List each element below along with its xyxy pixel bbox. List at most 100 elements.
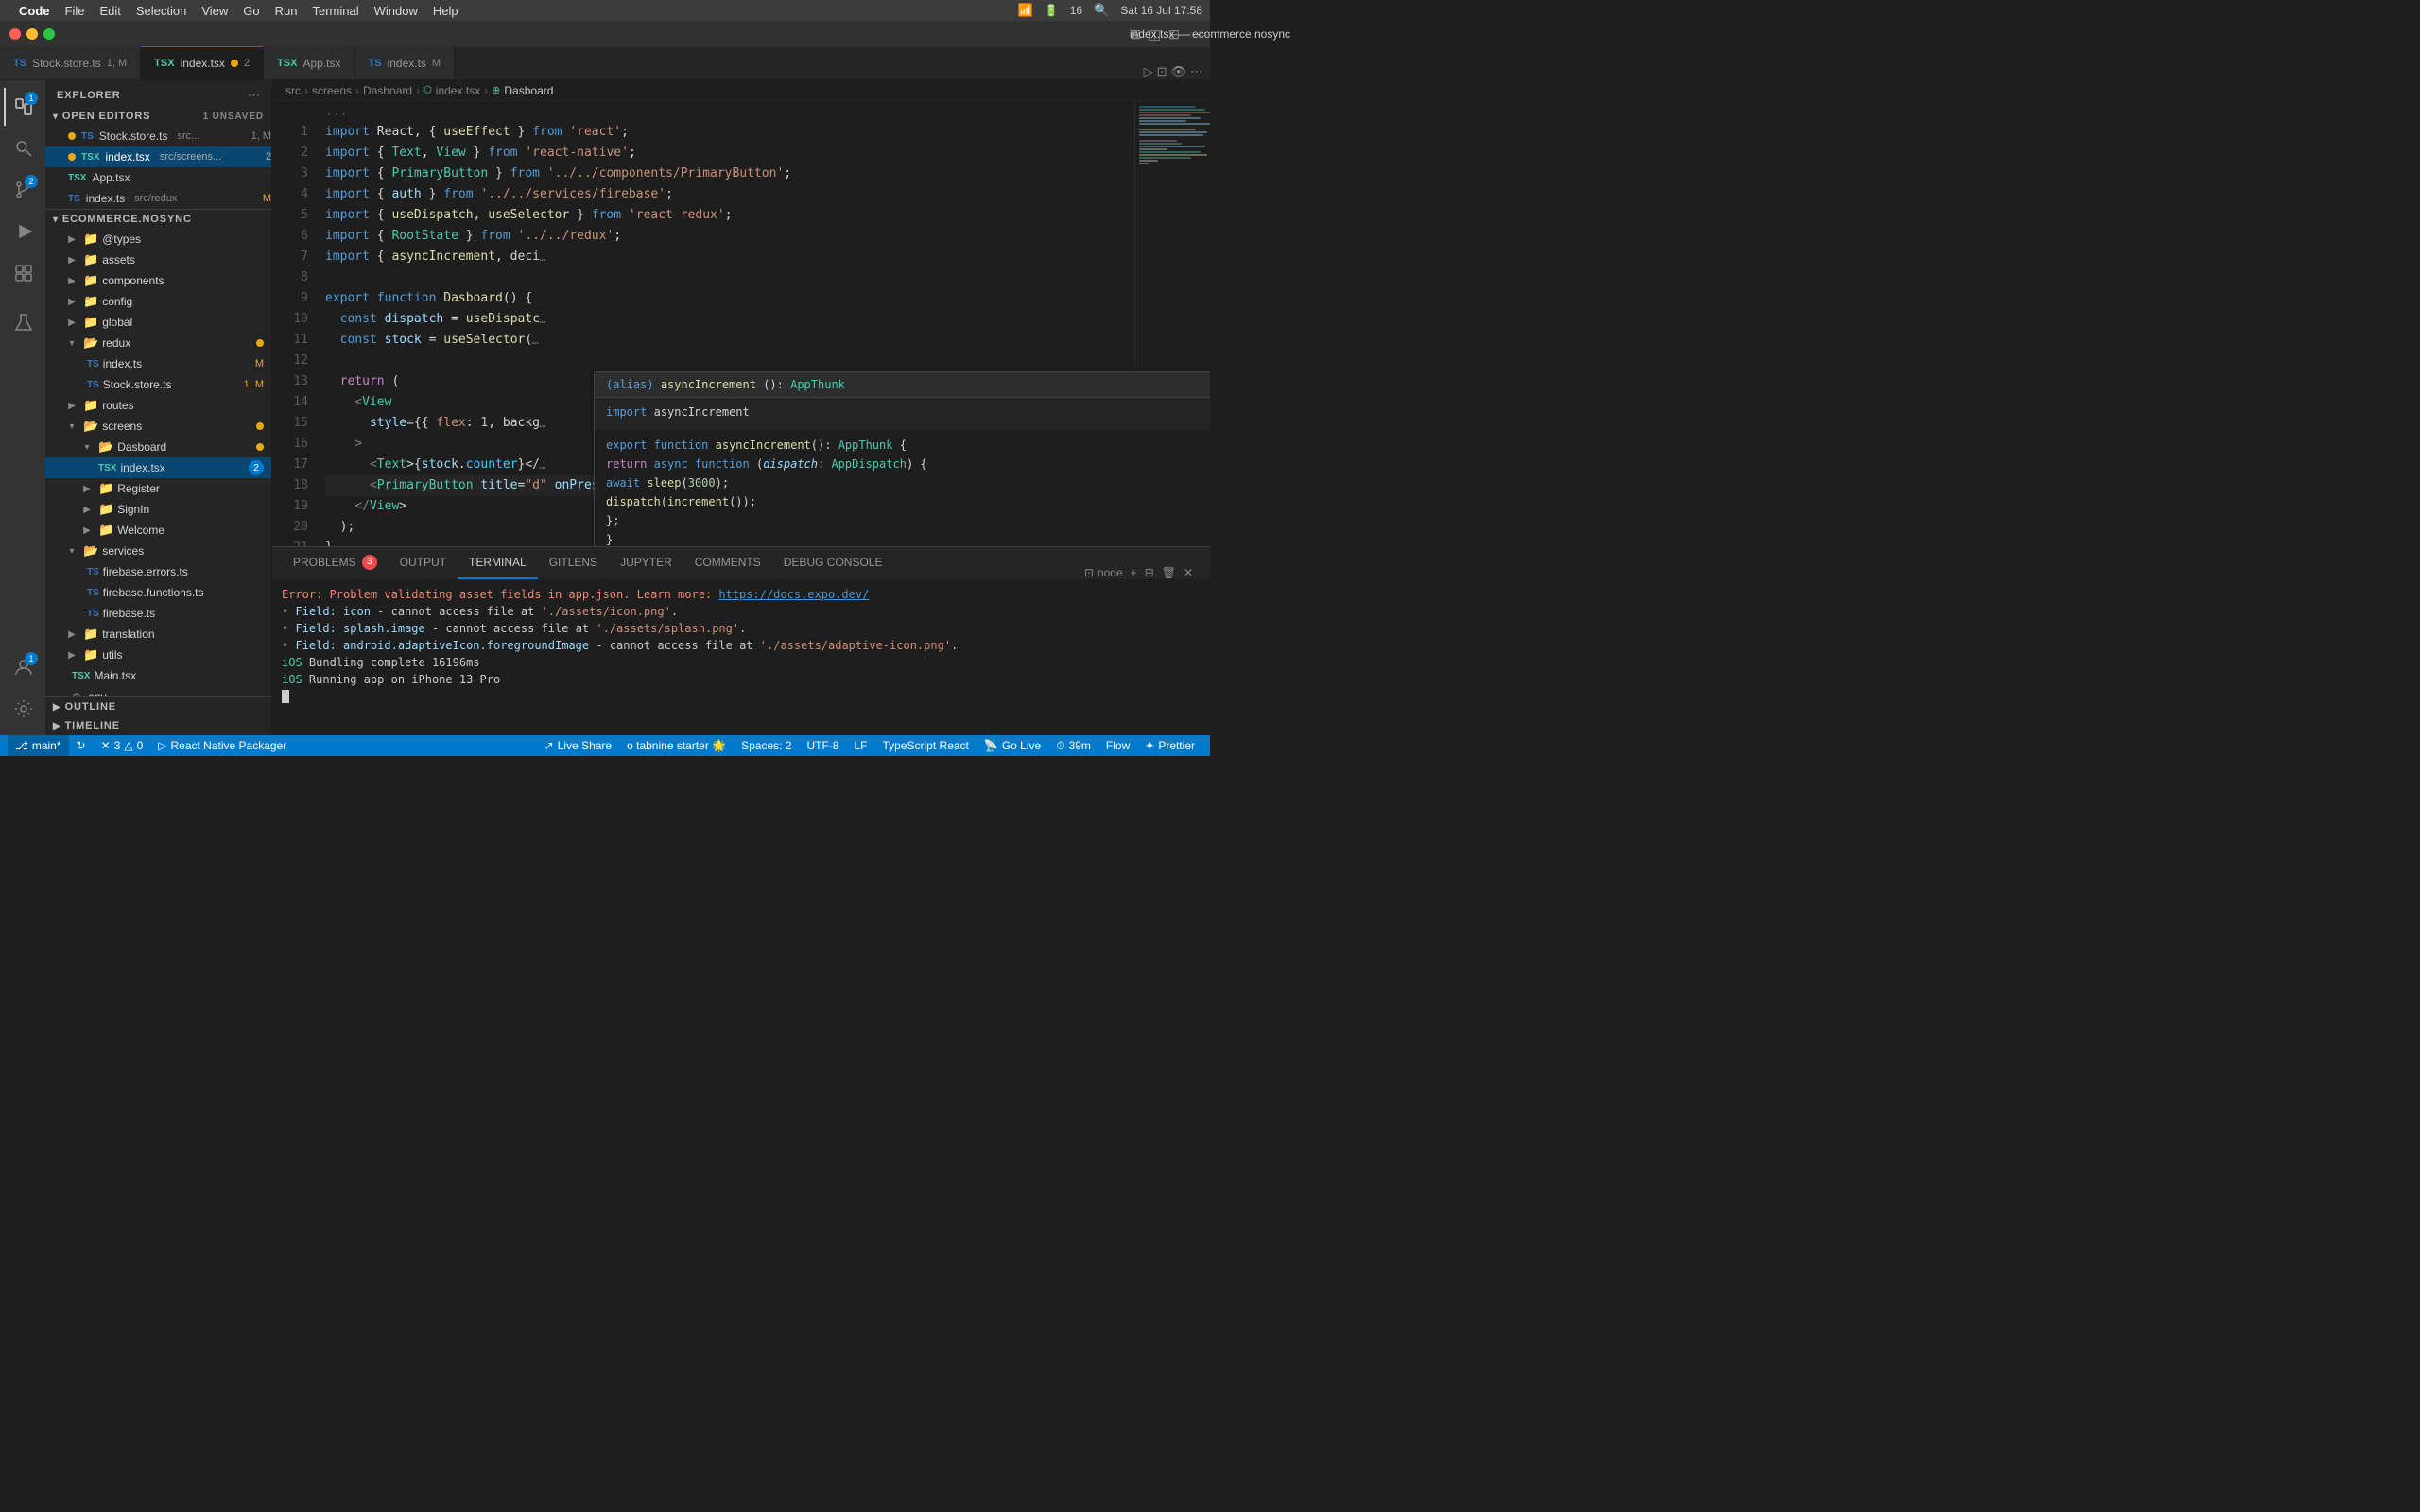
tab-app-tsx[interactable]: TSX App.tsx bbox=[264, 46, 354, 79]
tree-item-register[interactable]: ▶ 📁 Register bbox=[45, 478, 271, 499]
tree-item-env[interactable]: ⚙ .env bbox=[45, 686, 271, 696]
tree-item-services[interactable]: ▾ 📂 services bbox=[45, 541, 271, 561]
terminal-link[interactable]: https://docs.expo.dev/ bbox=[718, 588, 869, 601]
line-ending-item[interactable]: LF bbox=[846, 735, 874, 756]
close-button[interactable] bbox=[9, 28, 21, 40]
outline-header[interactable]: ▶ OUTLINE bbox=[45, 697, 271, 716]
open-editors-header[interactable]: ▾ OPEN EDITORS 1 unsaved bbox=[45, 107, 271, 126]
terminal-split-icon[interactable]: ⊞ bbox=[1145, 566, 1154, 579]
errors-item[interactable]: ✕ 3 △ 0 bbox=[94, 735, 151, 756]
breadcrumb-screens[interactable]: screens bbox=[312, 84, 352, 97]
split-editor-icon[interactable]: ⊡ bbox=[1157, 64, 1167, 79]
tree-item-utils[interactable]: ▶ 📁 utils bbox=[45, 644, 271, 665]
tab-terminal[interactable]: TERMINAL bbox=[458, 546, 538, 579]
tab-stock-store[interactable]: TS Stock.store.ts 1, M bbox=[0, 46, 141, 79]
menu-run[interactable]: Run bbox=[275, 4, 298, 18]
add-terminal-icon[interactable]: + bbox=[1131, 566, 1137, 579]
tree-item-signin[interactable]: ▶ 📁 SignIn bbox=[45, 499, 271, 520]
settings-icon[interactable] bbox=[4, 690, 42, 728]
explorer-more[interactable]: ⋯ bbox=[248, 88, 260, 103]
breadcrumb-dasboard[interactable]: Dasboard bbox=[363, 84, 412, 97]
menu-terminal[interactable]: Terminal bbox=[313, 4, 359, 18]
open-file-app[interactable]: TSX App.tsx bbox=[45, 167, 271, 188]
terminal-content[interactable]: Error: Problem validating asset fields i… bbox=[272, 580, 1210, 735]
tree-item-dasboard[interactable]: ▾ 📂 Dasboard bbox=[45, 437, 271, 457]
sync-item[interactable]: ↻ bbox=[69, 735, 94, 756]
tab-jupyter[interactable]: JUPYTER bbox=[609, 546, 683, 579]
tree-item-firebase-functions[interactable]: TS firebase.functions.ts bbox=[45, 582, 271, 603]
tree-item-main[interactable]: TSX Main.tsx bbox=[45, 665, 271, 686]
tabnine-item[interactable]: o tabnine starter 🌟 bbox=[619, 735, 734, 756]
menu-help[interactable]: Help bbox=[433, 4, 458, 18]
tab-gitlens[interactable]: GITLENS bbox=[538, 546, 609, 579]
breadcrumb-index-tsx[interactable]: index.tsx bbox=[436, 84, 480, 97]
tab-debug-console[interactable]: DEBUG CONSOLE bbox=[772, 546, 894, 579]
tab-output[interactable]: OUTPUT bbox=[389, 546, 458, 579]
git-branch-item[interactable]: ⎇ main* bbox=[8, 735, 69, 756]
time-item[interactable]: ⏱ 39m bbox=[1048, 735, 1098, 756]
run-debug-icon[interactable] bbox=[4, 213, 42, 250]
extensions-icon[interactable] bbox=[4, 254, 42, 292]
menu-view[interactable]: View bbox=[201, 4, 228, 18]
file-path-4: src/redux bbox=[134, 193, 177, 204]
language-item[interactable]: TypeScript React bbox=[875, 735, 977, 756]
tree-item-redux[interactable]: ▾ 📂 redux bbox=[45, 333, 271, 353]
tsx-file-icon: TSX bbox=[81, 152, 99, 163]
outline-arrow: ▶ bbox=[53, 702, 61, 713]
flow-item[interactable]: Flow bbox=[1098, 735, 1137, 756]
view-icon[interactable]: 👁 bbox=[1170, 64, 1186, 79]
menu-code[interactable]: Code bbox=[19, 4, 50, 18]
go-live-item[interactable]: 📡 Go Live bbox=[977, 735, 1048, 756]
tree-item-firebase-errors[interactable]: TS firebase.errors.ts bbox=[45, 561, 271, 582]
menu-selection[interactable]: Selection bbox=[136, 4, 186, 18]
dasboard-name: Dasboard bbox=[117, 440, 166, 454]
explorer-icon[interactable]: 1 bbox=[4, 88, 42, 126]
menu-window[interactable]: Window bbox=[374, 4, 418, 18]
tree-item-stock-store[interactable]: TS Stock.store.ts 1, M bbox=[45, 374, 271, 395]
open-file-stock[interactable]: TS Stock.store.ts src... 1, M bbox=[45, 126, 271, 146]
breadcrumb-src[interactable]: src bbox=[285, 84, 301, 97]
terminal-name: node bbox=[1098, 566, 1123, 579]
tree-item-redux-index[interactable]: TS index.ts M bbox=[45, 353, 271, 374]
tree-item-firebase[interactable]: TS firebase.ts bbox=[45, 603, 271, 624]
live-share-item[interactable]: ↗ Live Share bbox=[537, 735, 619, 756]
packager-item[interactable]: ▷ React Native Packager bbox=[150, 735, 294, 756]
tree-item-translation[interactable]: ▶ 📁 translation bbox=[45, 624, 271, 644]
tree-item-index-tsx[interactable]: TSX index.tsx 2 bbox=[45, 457, 271, 478]
menu-edit[interactable]: Edit bbox=[99, 4, 120, 18]
breadcrumb-dasboard-fn[interactable]: Dasboard bbox=[504, 84, 553, 97]
menu-file[interactable]: File bbox=[65, 4, 85, 18]
tab-index-tsx[interactable]: TSX index.tsx 2 bbox=[141, 46, 264, 79]
tree-item-atypes[interactable]: ▶ 📁 @types bbox=[45, 229, 271, 249]
tab-comments[interactable]: COMMENTS bbox=[683, 546, 772, 579]
search-icon[interactable]: 🔍 bbox=[1094, 3, 1109, 18]
project-header[interactable]: ▾ ECOMMERCE.NOSYNC bbox=[45, 210, 271, 229]
tree-item-welcome[interactable]: ▶ 📁 Welcome bbox=[45, 520, 271, 541]
maximize-button[interactable] bbox=[43, 28, 55, 40]
tab-index-ts[interactable]: TS index.ts M bbox=[355, 46, 456, 79]
source-control-icon[interactable]: 2 bbox=[4, 171, 42, 209]
tree-item-assets[interactable]: ▶ 📁 assets bbox=[45, 249, 271, 270]
folder-name-4: config bbox=[102, 295, 132, 308]
accounts-icon[interactable]: 1 bbox=[4, 648, 42, 686]
open-file-index-ts[interactable]: TS index.ts src/redux M bbox=[45, 188, 271, 209]
prettier-item[interactable]: ✦ Prettier bbox=[1137, 735, 1202, 756]
terminal-trash-icon[interactable]: 🗑 bbox=[1162, 566, 1176, 579]
encoding-item[interactable]: UTF-8 bbox=[799, 735, 846, 756]
tree-item-components[interactable]: ▶ 📁 components bbox=[45, 270, 271, 291]
menu-go[interactable]: Go bbox=[243, 4, 259, 18]
tree-item-routes[interactable]: ▶ 📁 routes bbox=[45, 395, 271, 416]
minimize-button[interactable] bbox=[26, 28, 38, 40]
run-icon[interactable]: ▷ bbox=[1144, 64, 1153, 79]
tab-problems[interactable]: PROBLEMS 3 bbox=[282, 546, 389, 579]
open-file-index-tsx[interactable]: TSX index.tsx src/screens... 2 bbox=[45, 146, 271, 167]
close-panel-icon[interactable]: ✕ bbox=[1184, 566, 1193, 579]
tree-item-global[interactable]: ▶ 📁 global bbox=[45, 312, 271, 333]
more-actions-icon[interactable]: ⋯ bbox=[1190, 64, 1202, 79]
tree-item-config[interactable]: ▶ 📁 config bbox=[45, 291, 271, 312]
tree-item-screens[interactable]: ▾ 📂 screens bbox=[45, 416, 271, 437]
search-activity-icon[interactable] bbox=[4, 129, 42, 167]
timeline-header[interactable]: ▶ TIMELINE bbox=[45, 716, 271, 735]
spaces-item[interactable]: Spaces: 2 bbox=[734, 735, 799, 756]
testing-icon[interactable] bbox=[4, 303, 42, 341]
